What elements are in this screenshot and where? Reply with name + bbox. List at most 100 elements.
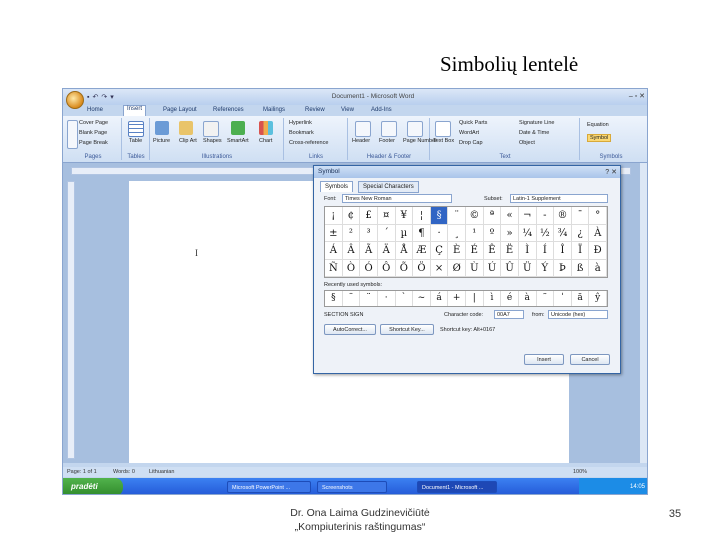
task-word[interactable]: Document1 - Microsoft ...	[417, 481, 497, 493]
symbol-cell[interactable]: ®	[554, 207, 572, 225]
symbol-cell[interactable]: ±	[325, 224, 343, 242]
tab-references[interactable]: References	[213, 107, 244, 113]
symbol-cell[interactable]: Ú	[483, 259, 502, 277]
task-powerpoint[interactable]: Microsoft PowerPoint ...	[227, 481, 311, 493]
symbol-cell[interactable]: ¹	[466, 224, 484, 242]
symbol-cell[interactable]: Ì	[518, 242, 537, 260]
symbol-cell[interactable]: Ï	[571, 242, 590, 260]
cross-reference-button[interactable]: Cross-reference	[289, 140, 328, 146]
recent-symbol-cell[interactable]: é	[501, 291, 519, 306]
recent-symbol-cell[interactable]: á	[431, 291, 449, 306]
symbol-cell[interactable]: §	[430, 207, 449, 225]
recent-symbol-cell[interactable]: ·	[378, 291, 396, 306]
tab-symbols[interactable]: Symbols	[320, 181, 354, 192]
symbol-cell[interactable]: à	[589, 259, 607, 277]
hyperlink-button[interactable]: Hyperlink	[289, 120, 312, 126]
symbol-cell[interactable]: Ã	[360, 242, 378, 260]
symbol-cell[interactable]: Î	[554, 242, 572, 260]
symbol-cell[interactable]: Ë	[501, 242, 519, 260]
symbol-cell[interactable]: ©	[466, 207, 484, 225]
drop-cap-button[interactable]: Drop Cap	[459, 140, 483, 146]
recent-symbol-cell[interactable]: ¨	[343, 291, 361, 306]
dialog-help-close-icon[interactable]: ? ✕	[605, 168, 617, 176]
equation-button[interactable]: Equation	[587, 122, 609, 128]
symbol-cell[interactable]: ¬	[518, 207, 537, 225]
symbol-cell[interactable]: Ê	[483, 242, 502, 260]
recent-symbol-cell[interactable]: ì	[484, 291, 502, 306]
shapes-icon[interactable]	[203, 121, 219, 137]
symbol-cell[interactable]: µ	[395, 224, 414, 242]
symbol-cell[interactable]: Á	[325, 242, 343, 260]
symbol-cell[interactable]: Ç	[430, 242, 449, 260]
symbol-cell[interactable]: Í	[536, 242, 555, 260]
symbol-cell[interactable]: -	[536, 207, 555, 225]
symbol-cell[interactable]: Ñ	[325, 259, 343, 277]
footer-icon[interactable]	[381, 121, 397, 137]
recent-symbol-cell[interactable]: à	[519, 291, 537, 306]
symbol-cell[interactable]: ¢	[342, 207, 361, 225]
clip-art-icon[interactable]	[179, 121, 193, 135]
text-box-icon[interactable]	[435, 121, 451, 137]
symbol-cell[interactable]: ß	[571, 259, 590, 277]
symbol-cell[interactable]: ª	[483, 207, 502, 225]
recent-symbol-cell[interactable]: `	[396, 291, 414, 306]
symbol-cell[interactable]: Ü	[518, 259, 537, 277]
symbol-cell[interactable]: È	[448, 242, 466, 260]
tab-page-layout[interactable]: Page Layout	[163, 107, 197, 113]
quick-access-toolbar[interactable]: ▪↶↷▾	[87, 93, 157, 101]
quick-parts-button[interactable]: Quick Parts	[459, 120, 487, 126]
from-select[interactable]: Unicode (hex)	[548, 310, 608, 319]
symbol-cell[interactable]: Å	[395, 242, 414, 260]
character-code-input[interactable]: 00A7	[494, 310, 524, 319]
symbol-cell[interactable]: ³	[360, 224, 378, 242]
symbol-cell[interactable]: ¤	[377, 207, 396, 225]
symbol-cell[interactable]: «	[501, 207, 519, 225]
page-number-icon[interactable]	[407, 121, 423, 137]
word-count[interactable]: Words: 0	[113, 469, 135, 475]
picture-button[interactable]: Picture	[153, 138, 170, 144]
signature-line-button[interactable]: Signature Line	[519, 120, 554, 126]
start-button[interactable]: pradėti	[63, 478, 123, 494]
symbol-cell[interactable]: ²	[342, 224, 361, 242]
symbol-cell[interactable]: ¡	[325, 207, 343, 225]
symbol-cell[interactable]: Þ	[554, 259, 572, 277]
chart-icon[interactable]	[259, 121, 273, 135]
recent-symbol-cell[interactable]: +	[448, 291, 466, 306]
symbol-cell[interactable]: Ø	[448, 259, 466, 277]
recent-symbol-cell[interactable]: ˜	[537, 291, 555, 306]
tab-insert[interactable]: Insert	[123, 105, 147, 116]
symbol-cell[interactable]: ¸	[448, 224, 466, 242]
symbol-cell[interactable]: ¥	[395, 207, 414, 225]
cancel-button[interactable]: Cancel	[570, 354, 610, 365]
symbol-cell[interactable]: ·	[430, 224, 449, 242]
symbol-cell[interactable]: Ù	[466, 259, 484, 277]
bookmark-button[interactable]: Bookmark	[289, 130, 314, 136]
cover-page-button[interactable]: Cover Page	[79, 120, 108, 126]
symbol-button[interactable]: Symbol	[587, 134, 612, 142]
vertical-ruler[interactable]	[67, 181, 75, 459]
tab-special-characters[interactable]: Special Characters	[358, 181, 419, 193]
recent-symbol-cell[interactable]: |	[466, 291, 484, 306]
smartart-icon[interactable]	[231, 121, 245, 135]
symbol-cell[interactable]: ¯	[571, 207, 590, 225]
insert-button[interactable]: Insert	[524, 354, 564, 365]
symbol-cell[interactable]: ¦	[413, 207, 431, 225]
symbol-cell[interactable]: ¿	[571, 224, 590, 242]
date-time-button[interactable]: Date & Time	[519, 130, 549, 136]
table-icon[interactable]	[128, 121, 144, 137]
symbol-cell[interactable]: Ð	[589, 242, 607, 260]
tab-mailings[interactable]: Mailings	[263, 107, 285, 113]
subset-select[interactable]: Latin-1 Supplement	[510, 194, 608, 203]
footer-button[interactable]: Footer	[379, 138, 395, 144]
recent-symbol-cell[interactable]: §	[325, 291, 343, 306]
shapes-button[interactable]: Shapes	[203, 138, 222, 144]
recent-symbol-cell[interactable]: ~	[413, 291, 431, 306]
symbol-cell[interactable]: Ý	[536, 259, 555, 277]
tab-add-ins[interactable]: Add-Ins	[371, 107, 392, 113]
vertical-scrollbar[interactable]	[639, 163, 647, 463]
symbol-cell[interactable]: ¾	[554, 224, 572, 242]
smartart-button[interactable]: SmartArt	[227, 138, 249, 144]
symbol-cell[interactable]: °	[589, 207, 607, 225]
shortcut-key-button[interactable]: Shortcut Key...	[380, 324, 434, 335]
clip-art-button[interactable]: Clip Art	[179, 138, 197, 144]
